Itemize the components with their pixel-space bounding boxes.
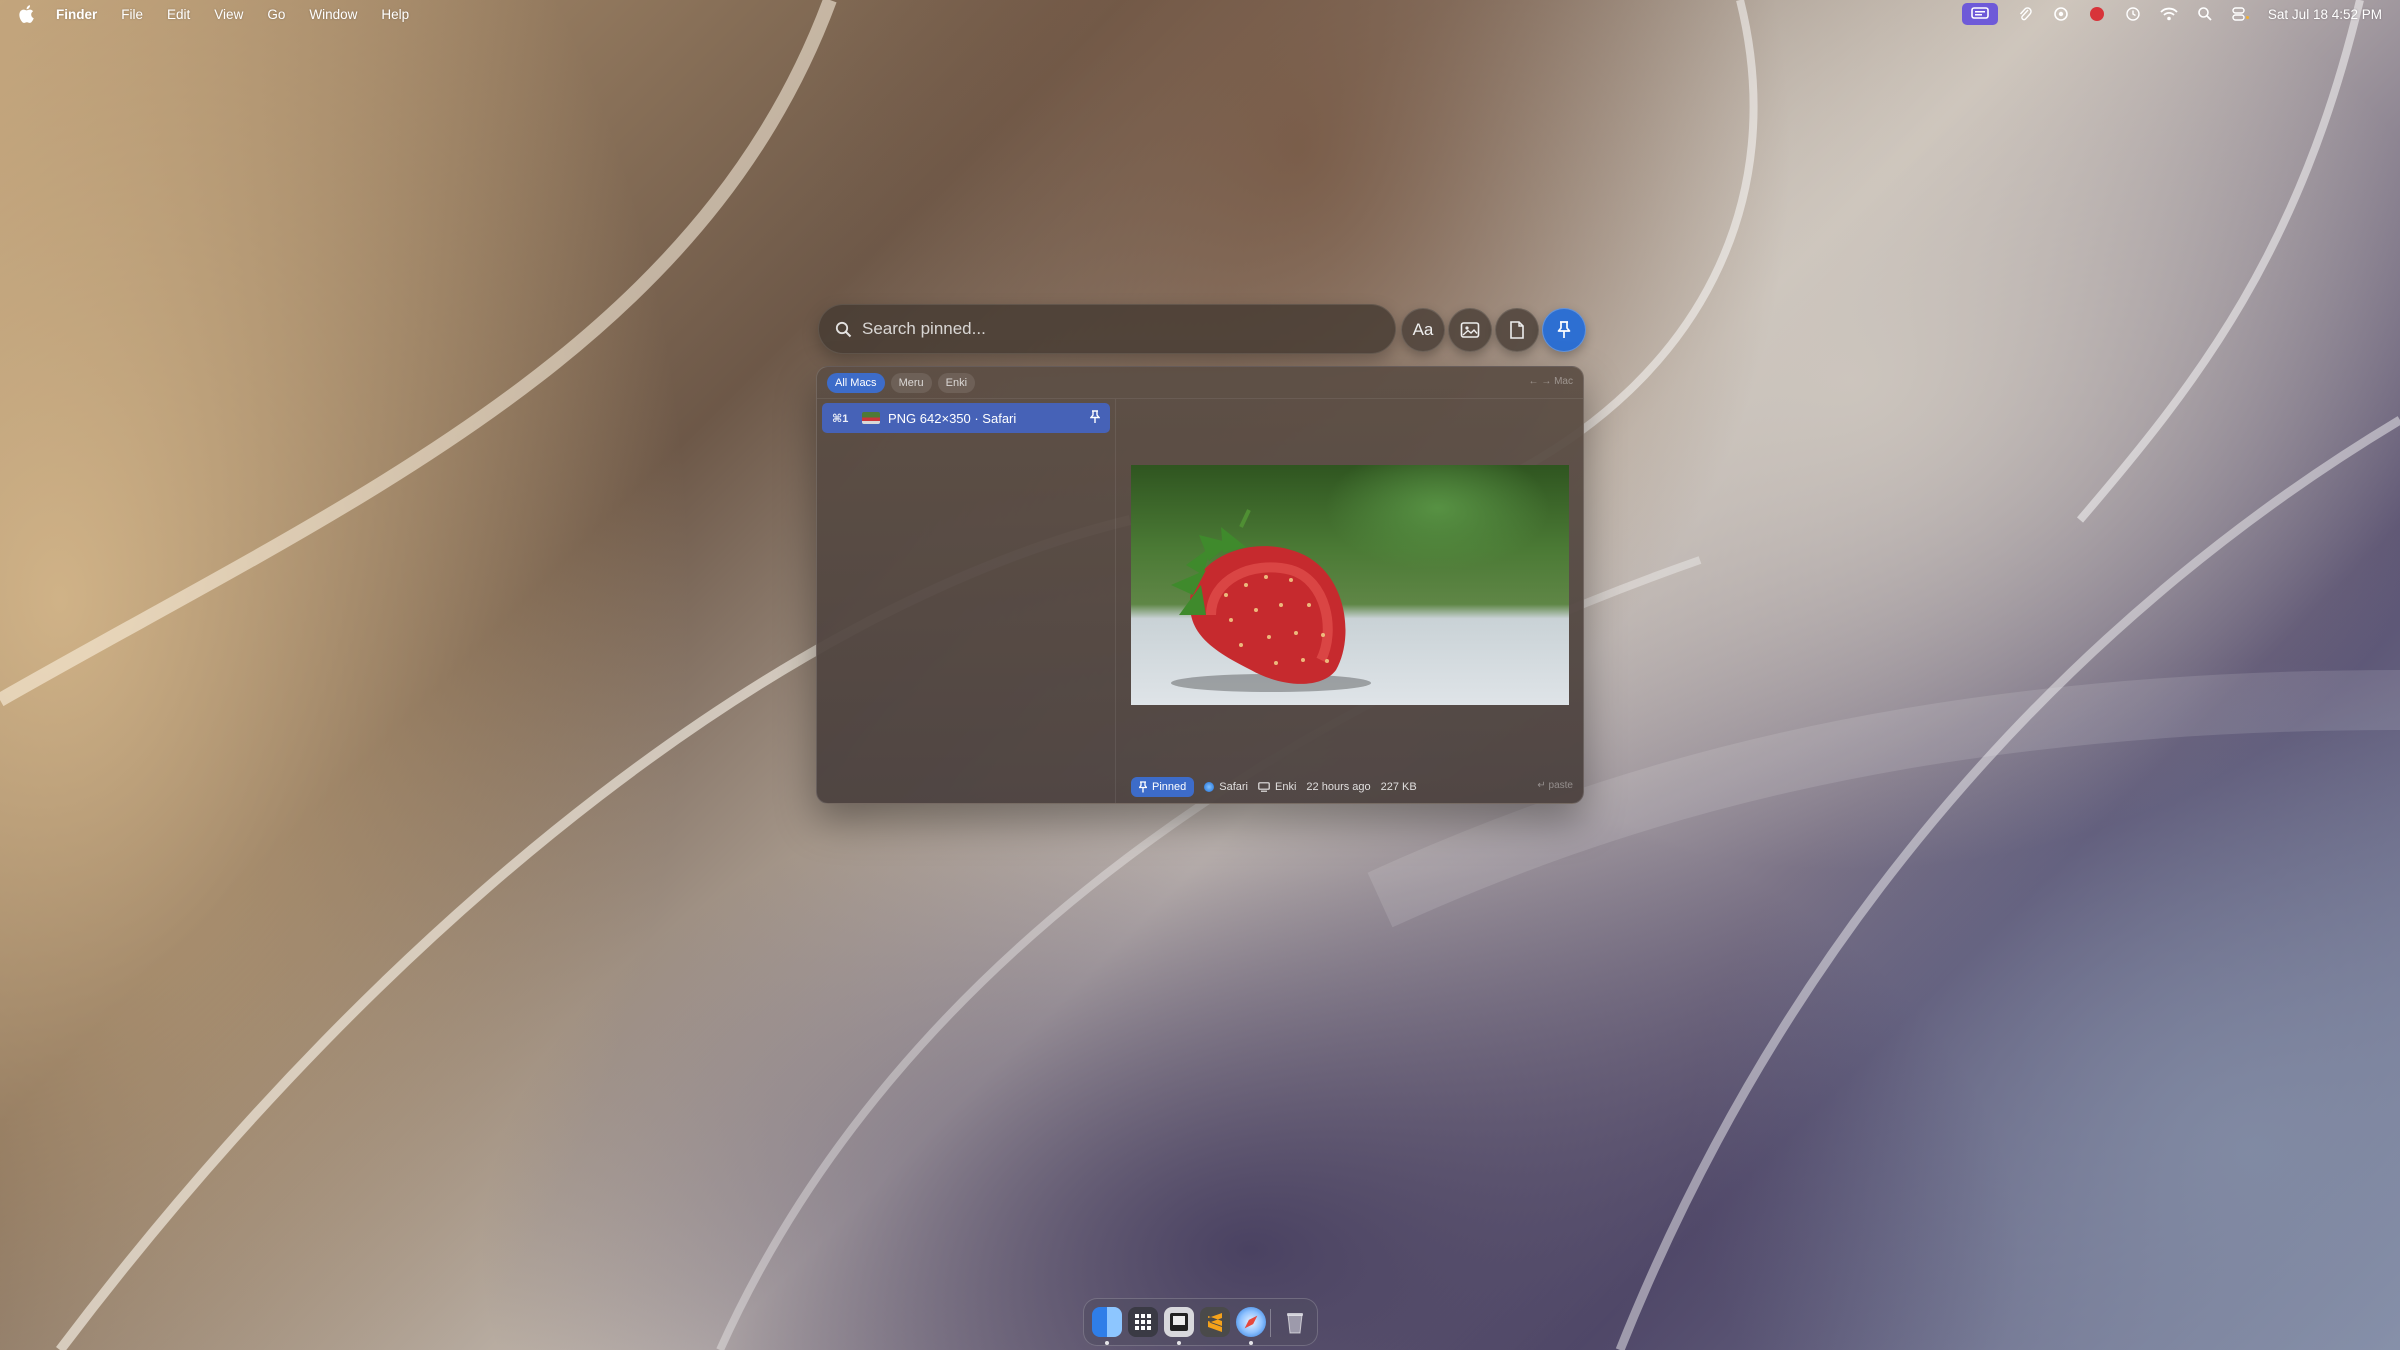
paperclip-icon[interactable] [2016,6,2034,22]
preview-running-indicator [1177,1341,1181,1345]
scope-all-macs[interactable]: All Macs [827,373,885,393]
sublime-text-icon[interactable] [1200,1307,1230,1337]
apple-menu-icon[interactable] [18,4,36,24]
pane-divider [1115,399,1116,803]
mac-nav-hint: ← → Mac [1528,376,1573,387]
source-device: Enki [1258,781,1296,793]
menu-clock[interactable]: Sat Jul 18 4:52 PM [2268,7,2382,22]
source-app-label: Safari [1219,781,1249,793]
menu-app-name[interactable]: Finder [56,7,97,22]
screen-mirror-icon[interactable] [1961,3,1998,25]
pin-icon[interactable] [1090,410,1100,424]
menu-help[interactable]: Help [381,7,409,22]
menu-window[interactable]: Window [309,7,357,22]
pin-icon [1557,321,1571,338]
computer-icon [1258,782,1270,792]
preview-icon[interactable] [1164,1307,1194,1337]
menu-go[interactable]: Go [267,7,285,22]
safari-icon[interactable] [1236,1307,1266,1337]
trash-icon[interactable] [1280,1307,1310,1337]
status-area: Sat Jul 18 4:52 PM [1961,0,2382,28]
text-filter-label: Aa [1412,320,1434,339]
scope-bar: All Macs Meru Enki [827,373,976,393]
menu-view[interactable]: View [214,7,243,22]
item-shortcut: ⌘1 [832,412,849,425]
preview-image [1131,465,1569,705]
document-icon [1510,321,1524,339]
preview-footer: Pinned Safari Enki 22 hours ago 227 KB [1131,777,1417,797]
safari-icon [1204,782,1215,792]
image-icon [1460,322,1480,338]
finder-icon[interactable] [1092,1307,1122,1337]
record-icon[interactable] [2088,6,2106,22]
search-icon [835,321,852,337]
dock [1083,1298,1318,1346]
wifi-icon[interactable] [2160,6,2178,22]
safari-running-indicator [1249,1341,1253,1345]
file-filter-button[interactable] [1495,308,1539,352]
source-app: Safari [1204,781,1248,793]
image-filter-button[interactable] [1448,308,1492,352]
strawberry-image [1171,509,1371,692]
cloud-icon[interactable] [2052,6,2070,22]
copied-time: 22 hours ago [1306,781,1371,793]
pinned-filter-button[interactable] [1542,308,1586,352]
menu-file[interactable]: File [121,7,143,22]
paste-hint: ↵ paste [1537,780,1573,791]
control-center-icon[interactable] [2232,6,2250,22]
clipboard-panel: All Macs Meru Enki ← → Mac ⌘1 PNG 642×35… [816,366,1584,804]
time-machine-icon[interactable] [2124,6,2142,22]
search-input[interactable] [862,319,1362,339]
file-size: 227 KB [1380,781,1417,793]
scope-meru[interactable]: Meru [890,373,932,393]
dock-separator [1270,1309,1271,1337]
search-field[interactable] [818,304,1396,354]
pinned-badge[interactable]: Pinned [1131,777,1195,797]
scope-enki[interactable]: Enki [937,373,976,393]
item-thumbnail [862,412,880,424]
launchpad-icon[interactable] [1128,1307,1158,1337]
item-title: PNG 642×350 · Safari [888,410,1017,426]
spotlight-icon[interactable] [2196,6,2214,22]
header-divider [817,398,1583,399]
menu-edit[interactable]: Edit [167,7,190,22]
pin-icon [1139,781,1147,793]
text-filter-button[interactable]: Aa [1401,308,1445,352]
pinned-label: Pinned [1152,781,1187,793]
finder-running-indicator [1105,1341,1109,1345]
list-item[interactable]: ⌘1 PNG 642×350 · Safari [822,403,1110,433]
menu-bar: Finder File Edit View Go Window Help Sat… [0,0,2400,28]
source-device-label: Enki [1275,781,1297,793]
